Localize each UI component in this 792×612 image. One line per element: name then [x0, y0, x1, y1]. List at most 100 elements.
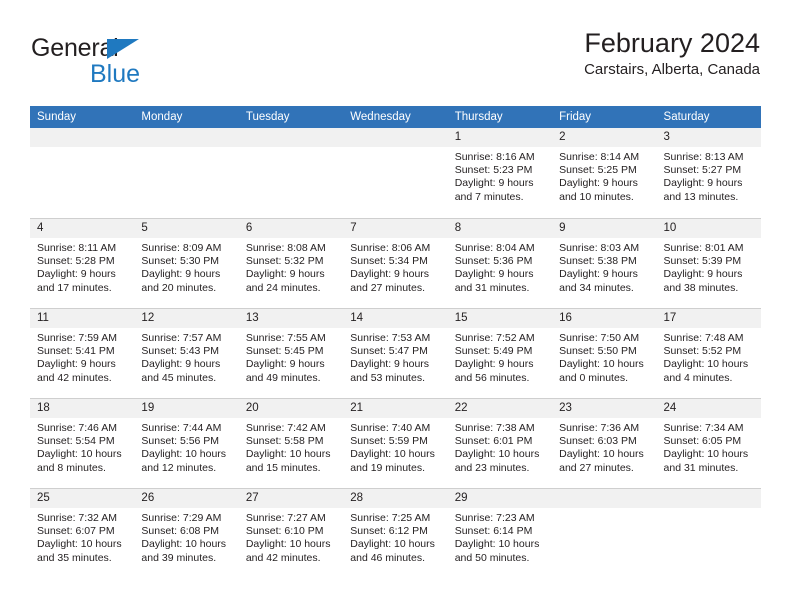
sunset-time: Sunset: 5:23 PM: [454, 164, 533, 177]
day-cell-empty: [343, 128, 448, 218]
day-number: 16: [552, 309, 657, 328]
day-cell-11[interactable]: 11 Sunrise: 7:59 AM Sunset: 5:41 PM Dayligh…: [30, 309, 135, 398]
sunset-time: Sunset: 5:43 PM: [141, 345, 220, 358]
daylight-line-2: and 27 minutes.: [559, 461, 634, 474]
day-number: [552, 489, 657, 508]
day-info: Sunrise: 7:52 AM Sunset: 5:49 PM Daylight:…: [448, 328, 552, 385]
day-number: 15: [447, 309, 553, 328]
day-cell-28[interactable]: 28 Sunrise: 7:25 AM Sunset: 6:12 PM Dayligh…: [343, 489, 448, 578]
day-cell-25[interactable]: 25 Sunrise: 7:32 AM Sunset: 6:07 PM Dayligh…: [30, 489, 135, 578]
daylight-line-2: and 42 minutes.: [245, 551, 321, 564]
day-cell-empty: [656, 489, 761, 578]
day-info: [657, 508, 761, 512]
sunrise-time: Sunrise: 7:40 AM: [350, 422, 431, 434]
day-cell-22[interactable]: 22 Sunrise: 7:38 AM Sunset: 6:01 PM Dayligh…: [447, 399, 553, 488]
weekday-header-saturday: Saturday: [663, 111, 710, 123]
day-info: Sunrise: 7:46 AM Sunset: 5:54 PM Daylight:…: [30, 418, 134, 475]
day-number: 8: [447, 219, 553, 238]
day-cell-1[interactable]: 1 Sunrise: 8:16 AM Sunset: 5:23 PM Daylight…: [447, 128, 553, 218]
sunrise-time: Sunrise: 7:50 AM: [559, 332, 640, 344]
day-number: 7: [343, 219, 448, 238]
daylight-line-1: Daylight: 9 hours: [350, 358, 430, 371]
daylight-line-2: and 10 minutes.: [559, 190, 634, 203]
day-number: 4: [30, 219, 135, 238]
sunset-time: Sunset: 5:45 PM: [245, 345, 324, 358]
day-info: Sunrise: 7:59 AM Sunset: 5:41 PM Daylight:…: [30, 328, 134, 385]
day-cell-7[interactable]: 7 Sunrise: 8:06 AM Sunset: 5:34 PM Daylight…: [343, 219, 448, 308]
day-cell-23[interactable]: 23 Sunrise: 7:36 AM Sunset: 6:03 PM Dayligh…: [552, 399, 657, 488]
daylight-line-1: Daylight: 9 hours: [37, 358, 116, 371]
sunset-time: Sunset: 5:41 PM: [37, 345, 115, 358]
day-cell-empty: [30, 128, 135, 218]
day-cell-27[interactable]: 27 Sunrise: 7:27 AM Sunset: 6:10 PM Dayligh…: [238, 489, 344, 578]
daylight-line-2: and 31 minutes.: [454, 281, 530, 294]
day-cell-26[interactable]: 26 Sunrise: 7:29 AM Sunset: 6:08 PM Dayligh…: [134, 489, 239, 578]
day-info: Sunrise: 7:29 AM Sunset: 6:08 PM Daylight:…: [134, 508, 238, 565]
daylight-line-2: and 20 minutes.: [141, 281, 217, 294]
sunset-time: Sunset: 5:30 PM: [141, 255, 220, 268]
daylight-line-1: Daylight: 9 hours: [141, 268, 221, 281]
day-info: Sunrise: 7:55 AM Sunset: 5:45 PM Daylight:…: [239, 328, 343, 385]
day-info: Sunrise: 7:40 AM Sunset: 5:59 PM Daylight:…: [343, 418, 447, 475]
day-number: 26: [134, 489, 239, 508]
day-cell-20[interactable]: 20 Sunrise: 7:42 AM Sunset: 5:58 PM Dayligh…: [238, 399, 344, 488]
sunrise-time: Sunrise: 7:52 AM: [454, 332, 535, 344]
daylight-line-2: and 12 minutes.: [141, 461, 217, 474]
day-cell-10[interactable]: 10 Sunrise: 8:01 AM Sunset: 5:39 PM Dayligh…: [656, 219, 761, 308]
day-cell-16[interactable]: 16 Sunrise: 7:50 AM Sunset: 5:50 PM Dayligh…: [552, 309, 657, 398]
day-cell-3[interactable]: 3 Sunrise: 8:13 AM Sunset: 5:27 PM Daylight…: [656, 128, 761, 218]
day-cell-13[interactable]: 13 Sunrise: 7:55 AM Sunset: 5:45 PM Dayligh…: [238, 309, 344, 398]
day-info: Sunrise: 8:11 AM Sunset: 5:28 PM Daylight:…: [30, 238, 134, 295]
day-cell-19[interactable]: 19 Sunrise: 7:44 AM Sunset: 5:56 PM Dayligh…: [134, 399, 239, 488]
daylight-line-1: Daylight: 9 hours: [245, 358, 325, 371]
weekday-header-row: Sunday Monday Tuesday Wednesday Thursday Frid…: [30, 106, 761, 128]
day-number: 17: [656, 309, 761, 328]
day-cell-empty: [134, 128, 239, 218]
daylight-line-1: Daylight: 9 hours: [559, 177, 638, 190]
sunrise-time: Sunrise: 7:27 AM: [245, 512, 326, 524]
sunset-time: Sunset: 6:07 PM: [37, 525, 115, 538]
day-cell-4[interactable]: 4 Sunrise: 8:11 AM Sunset: 5:28 PM Daylight…: [30, 219, 135, 308]
day-number: 20: [238, 399, 344, 418]
day-info: Sunrise: 8:09 AM Sunset: 5:30 PM Daylight:…: [134, 238, 238, 295]
day-cell-6[interactable]: 6 Sunrise: 8:08 AM Sunset: 5:32 PM Daylight…: [238, 219, 344, 308]
daylight-line-1: Daylight: 9 hours: [454, 177, 534, 190]
daylight-line-2: and 34 minutes.: [559, 281, 634, 294]
day-cell-24[interactable]: 24 Sunrise: 7:34 AM Sunset: 6:05 PM Dayligh…: [656, 399, 761, 488]
day-cell-21[interactable]: 21 Sunrise: 7:40 AM Sunset: 5:59 PM Dayligh…: [343, 399, 448, 488]
day-cell-9[interactable]: 9 Sunrise: 8:03 AM Sunset: 5:38 PM Daylight…: [552, 219, 657, 308]
day-info: [552, 508, 656, 512]
day-number: 12: [134, 309, 239, 328]
week-row: 4 Sunrise: 8:11 AM Sunset: 5:28 PM Daylight…: [30, 218, 761, 308]
sunset-time: Sunset: 5:38 PM: [559, 255, 637, 268]
day-info: Sunrise: 7:34 AM Sunset: 6:05 PM Daylight:…: [657, 418, 761, 475]
day-cell-12[interactable]: 12 Sunrise: 7:57 AM Sunset: 5:43 PM Dayligh…: [134, 309, 239, 398]
day-number: 1: [447, 128, 553, 147]
day-cell-17[interactable]: 17 Sunrise: 7:48 AM Sunset: 5:52 PM Dayligh…: [656, 309, 761, 398]
sunset-time: Sunset: 6:10 PM: [245, 525, 324, 538]
day-cell-2[interactable]: 2 Sunrise: 8:14 AM Sunset: 5:25 PM Daylight…: [552, 128, 657, 218]
daylight-line-2: and 39 minutes.: [141, 551, 217, 564]
sunset-time: Sunset: 5:52 PM: [663, 345, 742, 358]
sunrise-time: Sunrise: 7:42 AM: [245, 422, 326, 434]
day-number: 18: [30, 399, 135, 418]
day-cell-8[interactable]: 8 Sunrise: 8:04 AM Sunset: 5:36 PM Daylight…: [447, 219, 553, 308]
sunrise-time: Sunrise: 8:09 AM: [141, 242, 222, 254]
day-cell-15[interactable]: 15 Sunrise: 7:52 AM Sunset: 5:49 PM Dayligh…: [447, 309, 553, 398]
general-blue-logo[interactable]: General Blue: [30, 36, 230, 90]
day-info: Sunrise: 7:27 AM Sunset: 6:10 PM Daylight:…: [239, 508, 343, 565]
day-cell-18[interactable]: 18 Sunrise: 7:46 AM Sunset: 5:54 PM Dayligh…: [30, 399, 135, 488]
sunset-time: Sunset: 5:54 PM: [37, 435, 115, 448]
day-cell-14[interactable]: 14 Sunrise: 7:53 AM Sunset: 5:47 PM Dayligh…: [343, 309, 448, 398]
daylight-line-2: and 24 minutes.: [245, 281, 321, 294]
day-cell-5[interactable]: 5 Sunrise: 8:09 AM Sunset: 5:30 PM Daylight…: [134, 219, 239, 308]
day-cell-29[interactable]: 29 Sunrise: 7:23 AM Sunset: 6:14 PM Dayligh…: [447, 489, 553, 578]
day-info: Sunrise: 8:13 AM Sunset: 5:27 PM Daylight:…: [657, 147, 761, 204]
day-info: Sunrise: 8:16 AM Sunset: 5:23 PM Daylight:…: [448, 147, 552, 204]
day-info: Sunrise: 8:04 AM Sunset: 5:36 PM Daylight:…: [448, 238, 552, 295]
weekday-header-monday: Monday: [141, 111, 183, 123]
daylight-line-1: Daylight: 9 hours: [37, 268, 116, 281]
sunset-time: Sunset: 5:47 PM: [350, 345, 428, 358]
daylight-line-1: Daylight: 9 hours: [663, 268, 743, 281]
daylight-line-2: and 45 minutes.: [141, 371, 217, 384]
